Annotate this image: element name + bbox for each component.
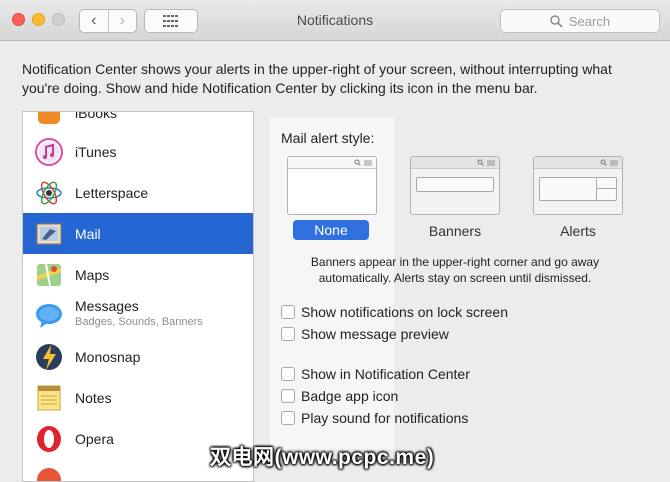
info-line-2: automatically. Alerts stay on screen unt… — [290, 270, 620, 286]
ibooks-icon — [34, 111, 64, 128]
letterspace-icon — [34, 178, 64, 208]
mail-icon — [34, 219, 64, 249]
alert-style-none-button[interactable]: None — [293, 220, 369, 240]
alert-style-info: Banners appear in the upper-right corner… — [290, 254, 620, 286]
sidebar-item-label: Messages — [75, 298, 139, 314]
sidebar-item-label: Maps — [75, 267, 109, 283]
checkbox-box[interactable] — [281, 367, 295, 381]
sidebar-item-itunes[interactable]: iTunes — [23, 131, 253, 172]
back-button[interactable]: ‹ — [80, 10, 108, 32]
sidebar-item-label: iBooks — [75, 111, 117, 121]
watermark-text: 双电网(www.pcpc.me) — [210, 441, 434, 471]
checkbox-notification-center[interactable]: Show in Notification Center — [281, 365, 470, 383]
checkbox-label: Play sound for notifications — [301, 410, 468, 426]
sidebar-item-label: Monosnap — [75, 349, 140, 365]
checkbox-message-preview[interactable]: Show message preview — [281, 325, 449, 343]
show-all-button[interactable] — [144, 9, 198, 33]
sidebar-item-mail[interactable]: Mail — [23, 213, 253, 254]
search-input[interactable]: Search — [500, 9, 660, 33]
alert-style-alerts-thumbnail[interactable] — [533, 156, 623, 215]
checkbox-box[interactable] — [281, 327, 295, 341]
checkbox-badge-app-icon[interactable]: Badge app icon — [281, 387, 398, 405]
list-icon — [364, 160, 372, 166]
chevron-right-icon: › — [120, 12, 125, 30]
sidebar-item-messages[interactable]: Messages Badges, Sounds, Banners — [23, 295, 253, 336]
alert-style-banners-label[interactable]: Banners — [410, 223, 500, 239]
alert-style-alerts-label[interactable]: Alerts — [533, 223, 623, 239]
checkbox-label: Show message preview — [301, 326, 449, 342]
itunes-icon — [34, 137, 64, 167]
banner-preview — [416, 177, 494, 192]
sidebar-item-label: Opera — [75, 431, 114, 447]
search-placeholder: Search — [569, 14, 610, 29]
zoom-window-button[interactable] — [52, 13, 65, 26]
search-icon — [477, 159, 484, 166]
search-icon — [600, 159, 607, 166]
sidebar-item-subtitle: Badges, Sounds, Banners — [75, 316, 203, 328]
notes-icon — [34, 383, 64, 413]
list-icon — [487, 160, 495, 166]
chevron-left-icon: ‹ — [91, 12, 96, 30]
window-title: Notifications — [250, 12, 420, 28]
opera-icon — [34, 424, 64, 454]
app-icon — [34, 465, 64, 482]
sidebar-item-letterspace[interactable]: Letterspace — [23, 172, 253, 213]
monosnap-icon — [34, 342, 64, 372]
forward-button[interactable]: › — [108, 10, 137, 32]
checkbox-label: Show notifications on lock screen — [301, 304, 508, 320]
sidebar-item-notes[interactable]: Notes — [23, 377, 253, 418]
search-icon — [354, 159, 361, 166]
alert-style-title: Mail alert style: — [281, 130, 374, 146]
info-line-1: Banners appear in the upper-right corner… — [290, 254, 620, 270]
checkbox-box[interactable] — [281, 305, 295, 319]
title-bar: ‹ › Notifications Search — [0, 0, 670, 41]
checkbox-box[interactable] — [281, 411, 295, 425]
navigation-buttons: ‹ › — [79, 9, 137, 33]
sidebar-item-monosnap[interactable]: Monosnap — [23, 336, 253, 377]
description-text: Notification Center shows your alerts in… — [22, 60, 652, 98]
sidebar-item-label: Mail — [75, 226, 101, 242]
checkbox-label: Badge app icon — [301, 388, 398, 404]
close-window-button[interactable] — [12, 13, 25, 26]
sidebar-item-label: Notes — [75, 390, 112, 406]
sidebar-item-label: Letterspace — [75, 185, 148, 201]
alert-preview — [539, 177, 617, 201]
maps-icon — [34, 260, 64, 290]
sidebar-item-ibooks[interactable]: iBooks — [23, 111, 253, 133]
checkbox-label: Show in Notification Center — [301, 366, 470, 382]
minimize-window-button[interactable] — [32, 13, 45, 26]
sidebar-item-label: iTunes — [75, 144, 117, 160]
checkbox-box[interactable] — [281, 389, 295, 403]
app-list[interactable]: iBooks iTunes Letterspace — [22, 111, 254, 482]
sidebar-item-maps[interactable]: Maps — [23, 254, 253, 295]
search-icon — [550, 15, 563, 28]
checkbox-play-sound[interactable]: Play sound for notifications — [281, 409, 468, 427]
messages-icon — [34, 301, 64, 331]
checkbox-lock-screen[interactable]: Show notifications on lock screen — [281, 303, 508, 321]
alert-style-banners-thumbnail[interactable] — [410, 156, 500, 215]
alert-style-none-thumbnail[interactable] — [287, 156, 377, 215]
list-icon — [610, 160, 618, 166]
grid-icon — [163, 15, 179, 27]
